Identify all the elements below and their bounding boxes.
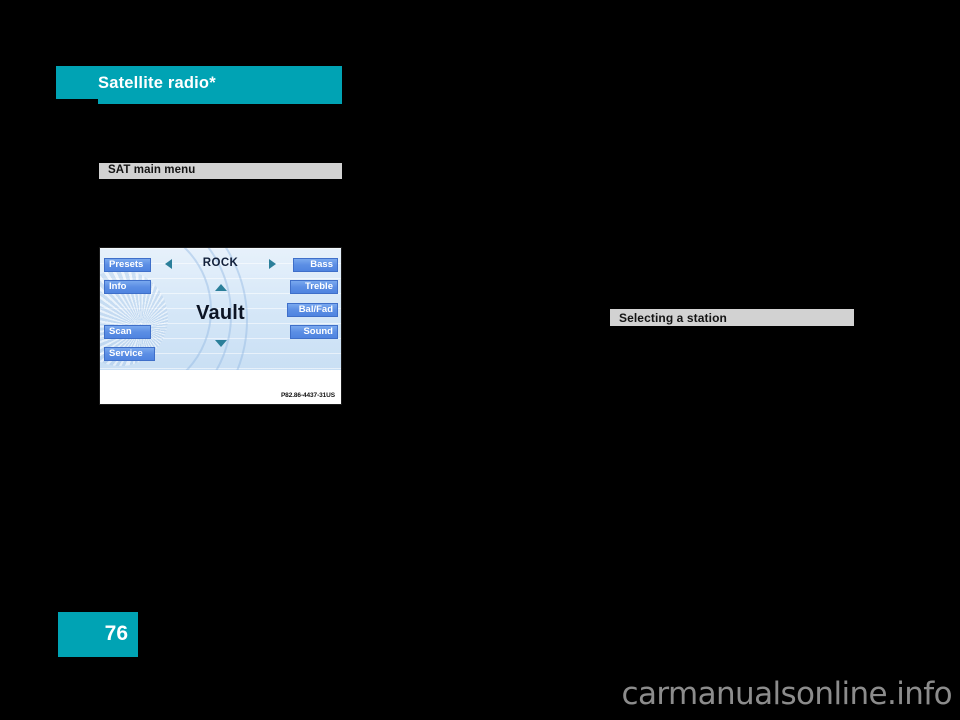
manual-page: Satellite radio* SAT main menu Presets I… [0, 0, 960, 720]
figure-code-strip: P82.86-4437-31US [100, 390, 341, 404]
display-button-info[interactable]: Info [104, 280, 151, 294]
radio-display: Presets Info Scan Service Bass Treble Ba… [100, 248, 341, 370]
display-button-service[interactable]: Service [104, 347, 155, 361]
figure-sat-main-menu: Presets Info Scan Service Bass Treble Ba… [99, 247, 342, 405]
section-heading-sat-main-menu: SAT main menu [99, 163, 342, 179]
chapter-title-banner: Satellite radio* [56, 66, 342, 104]
station-name-label: Vault [196, 302, 245, 324]
page-number: 76 [104, 622, 128, 645]
section-heading-label: SAT main menu [108, 164, 196, 176]
display-button-sound[interactable]: Sound [290, 325, 338, 339]
section-heading-label: Selecting a station [619, 310, 727, 325]
genre-label: ROCK [202, 257, 239, 269]
display-button-scan[interactable]: Scan [104, 325, 151, 339]
banner-notch [56, 99, 98, 104]
down-arrow-icon[interactable] [215, 340, 227, 347]
display-button-treble[interactable]: Treble [290, 280, 338, 294]
section-heading-selecting-a-station: Selecting a station [610, 309, 854, 326]
figure-code: P82.86-4437-31US [280, 392, 335, 399]
up-arrow-icon[interactable] [215, 284, 227, 291]
page-number-block: 76 [58, 612, 138, 657]
site-watermark: carmanualsonline.info [621, 676, 953, 712]
page-title: Satellite radio* [98, 74, 216, 92]
